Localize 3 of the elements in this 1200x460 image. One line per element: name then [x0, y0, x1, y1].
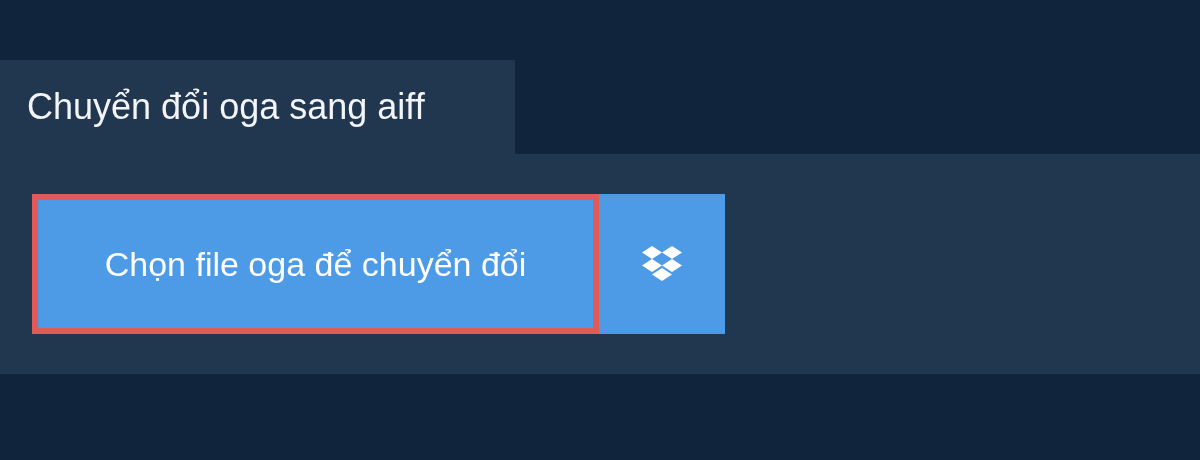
dropbox-icon: [641, 245, 683, 283]
tab[interactable]: Chuyển đổi oga sang aiff: [0, 60, 515, 154]
dropbox-button[interactable]: [599, 194, 725, 334]
